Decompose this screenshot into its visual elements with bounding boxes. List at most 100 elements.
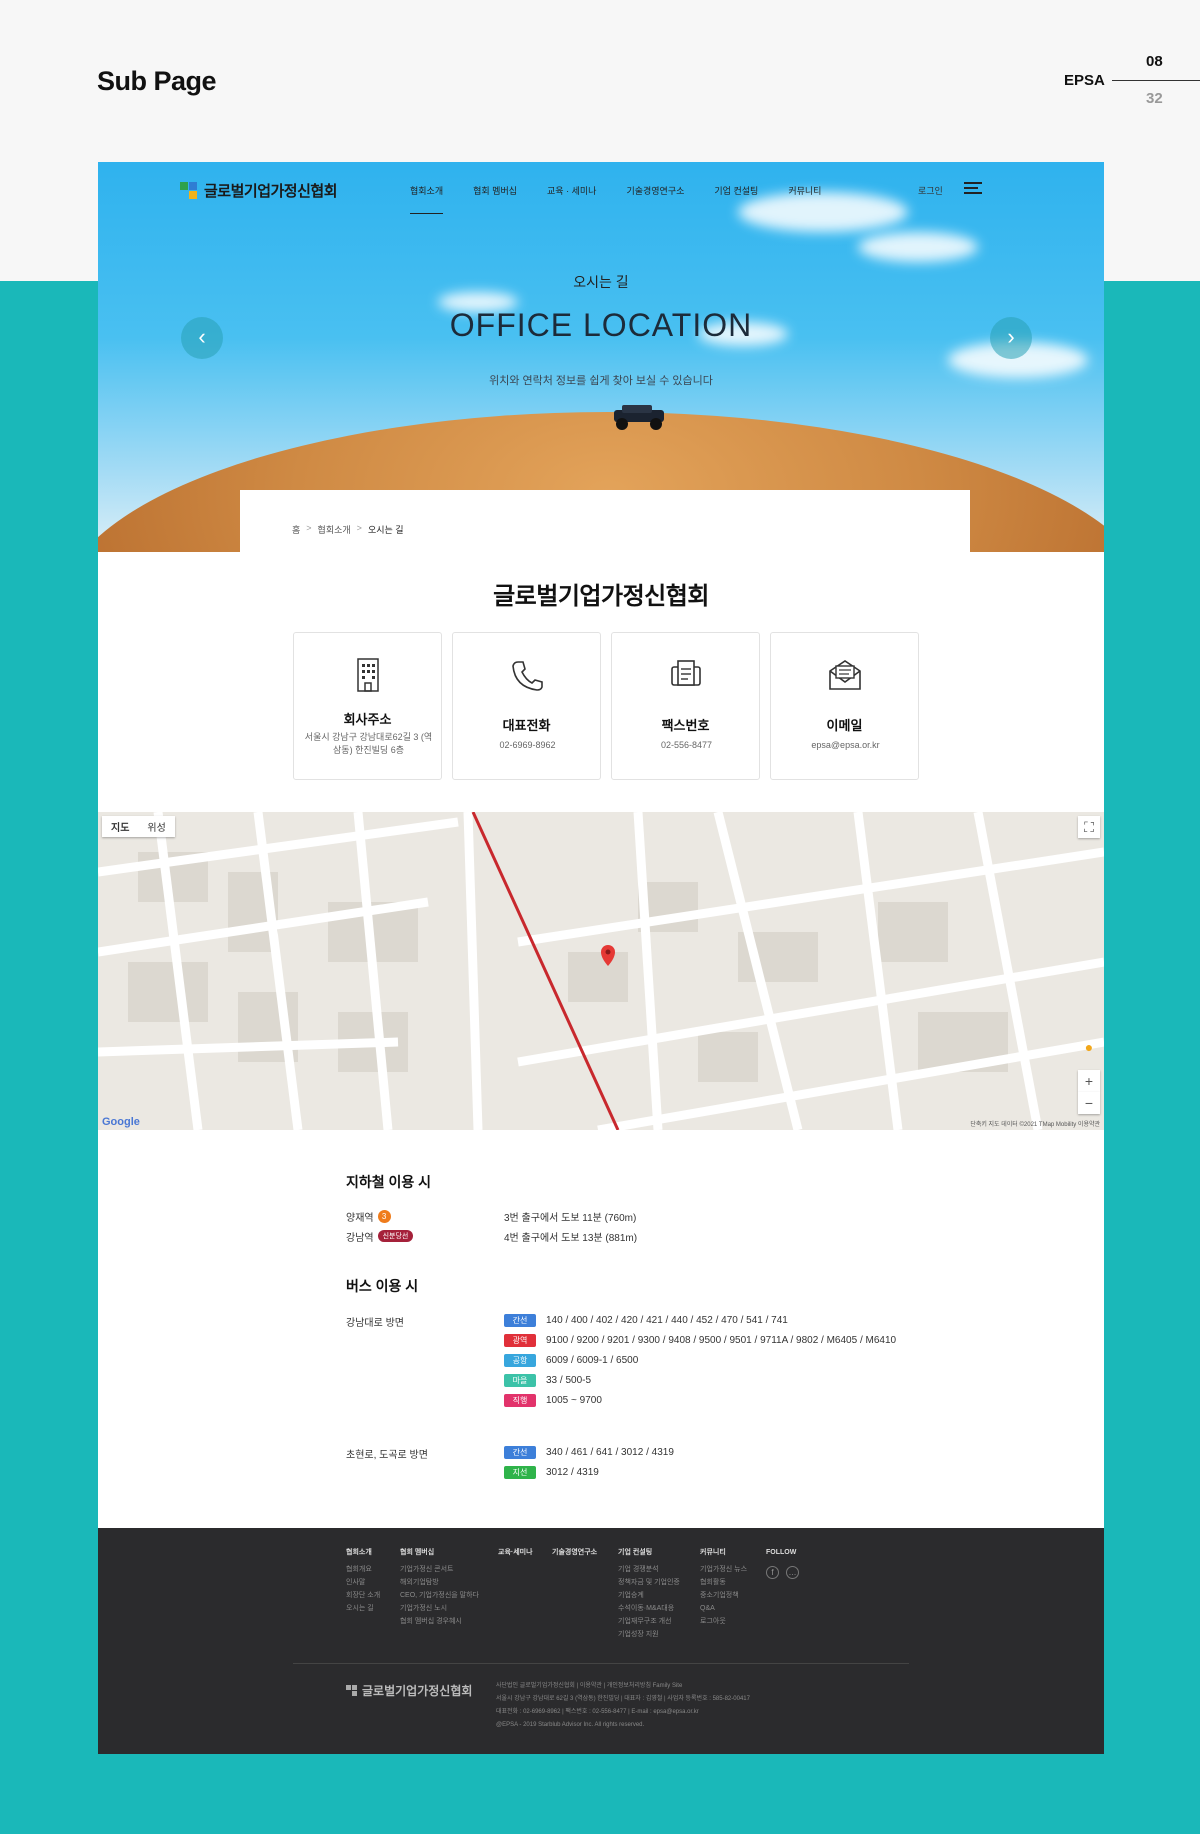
tab-map[interactable]: 지도 (102, 816, 138, 837)
directions-content: 지하철 이용 시 양재역 3 3번 출구에서 도보 11분 (760m) 강남역… (346, 1172, 946, 1482)
pegman-icon[interactable]: ● (1078, 1036, 1100, 1058)
footer-col-title[interactable]: 협회소개 (346, 1546, 380, 1559)
bus-type-badge: 지선 (504, 1465, 536, 1479)
station-name: 양재역 (346, 1212, 374, 1224)
nav-item-education[interactable]: 교육 · 세미나 (547, 184, 596, 197)
footer-link[interactable]: 기업승계 (618, 1589, 680, 1602)
breadcrumb-home[interactable]: 홈 (292, 523, 300, 536)
map-view[interactable]: 지도 위성 ⛶ ● + − Google 단축키 지도 데이터 ©2021 TM… (98, 812, 1104, 1130)
footer-col-title[interactable]: 교육·세미나 (498, 1546, 533, 1559)
footer-logo[interactable]: 글로벌기업가정신협회 (346, 1682, 472, 1699)
footer-col-title[interactable]: 기업 컨설팅 (618, 1546, 680, 1559)
footer-link[interactable]: 기업성장 지원 (618, 1628, 680, 1641)
nav-item-consulting[interactable]: 기업 컨설팅 (714, 184, 758, 197)
bus-route-list: 9100 / 9200 / 9201 / 9300 / 9408 / 9500 … (546, 1334, 897, 1346)
line-3-badge: 3 (377, 1209, 391, 1223)
map-streets (98, 812, 1104, 1130)
bus-type-badge: 마을 (504, 1373, 536, 1387)
phone-card: 대표전화 02-6969-8962 (452, 632, 601, 780)
mail-icon (829, 660, 861, 690)
nav-item-community[interactable]: 커뮤니티 (788, 184, 821, 197)
main-nav: 협회소개 협회 멤버십 교육 · 세미나 기술경영연구소 기업 컨설팅 커뮤니티 (410, 184, 851, 214)
footer-link[interactable]: 기업가정신 콘서트 (400, 1563, 479, 1576)
nav-item-research[interactable]: 기술경영연구소 (626, 184, 684, 197)
footer-link[interactable]: 협회활동 (700, 1576, 747, 1589)
footer-info-line: 사단법인 글로벌기업가정신협회 | 이용약관 | 개인정보처리방침 Family… (496, 1683, 683, 1689)
logo-mark-icon (346, 1684, 358, 1697)
footer-link[interactable]: 로그아웃 (700, 1615, 747, 1628)
footer-divider (293, 1663, 909, 1664)
footer-col-title[interactable]: 협회 멤버십 (400, 1546, 479, 1559)
bus-type-badge: 간선 (504, 1313, 536, 1327)
site-frame: 글로벌기업가정신협회 협회소개 협회 멤버십 교육 · 세미나 기술경영연구소 … (98, 162, 1104, 1754)
nav-item-about[interactable]: 협회소개 (410, 184, 444, 214)
bus-type-badge: 직행 (504, 1393, 536, 1407)
footer-link[interactable]: Q&A (700, 1602, 747, 1615)
bus-group: 초현로, 도곡로 방면 간선 340 / 461 / 641 / 3012 / 4… (346, 1442, 946, 1482)
footer-link[interactable]: 회장단 소개 (346, 1589, 380, 1602)
bus-place: 강남대로 방면 (346, 1318, 404, 1329)
email-value: epsa@epsa.or.kr (811, 740, 880, 750)
footer-info-line: 대표전화 : 02-6969-8962 | 팩스번호 : 02-556-8477… (496, 1709, 699, 1715)
hero-subtitle: 오시는 길 (573, 274, 629, 290)
bus-group: 강남대로 방면 간선 140 / 400 / 402 / 420 / 421 / … (346, 1310, 946, 1410)
bus-place: 초현로, 도곡로 방면 (346, 1450, 428, 1461)
footer-link[interactable]: 기업가정신 뉴스 (700, 1563, 747, 1576)
page-counter: EPSA 08 32 (1064, 50, 1200, 110)
chevron-right-icon: › (1007, 324, 1015, 349)
map-copyright: 단축키 지도 데이터 ©2021 TMap Mobility 이용약관 (970, 1122, 1100, 1128)
footer-link[interactable]: 기업가정신 노시 (400, 1602, 479, 1615)
footer-col-title[interactable]: 기술경영연구소 (552, 1546, 597, 1559)
cloud (738, 192, 908, 232)
fax-icon (671, 660, 701, 686)
footer-col-follow: FOLLOW (766, 1546, 796, 1563)
footer-link[interactable]: 중소기업정책 (700, 1589, 747, 1602)
subway-title: 지하철 이용 시 (346, 1174, 432, 1190)
brand-label: EPSA (1064, 72, 1105, 89)
footer-link[interactable]: 기업재무구조 개선 (618, 1615, 680, 1628)
map-type-tabs: 지도 위성 (102, 816, 175, 837)
google-logo: Google (102, 1116, 140, 1128)
hero-banner: 글로벌기업가정신협회 협회소개 협회 멤버십 교육 · 세미나 기술경영연구소 … (98, 162, 1104, 552)
prev-slide-button[interactable]: ‹ (181, 317, 223, 359)
chevron-left-icon: ‹ (198, 324, 206, 349)
footer-link[interactable]: 해외기업탐방 (400, 1576, 479, 1589)
bus-route-list: 340 / 461 / 641 / 3012 / 4319 (546, 1446, 674, 1458)
menu-icon[interactable] (964, 182, 982, 195)
footer-link[interactable]: 정책자금 및 기업인증 (618, 1576, 680, 1589)
cloud (858, 232, 978, 262)
bus-type-badge: 간선 (504, 1445, 536, 1459)
nav-item-membership[interactable]: 협회 멤버십 (473, 184, 517, 197)
footer-link[interactable]: 협회개요 (346, 1563, 380, 1576)
facebook-icon[interactable]: f (766, 1566, 779, 1579)
login-link[interactable]: 로그인 (918, 184, 943, 197)
footer-link[interactable]: CEO, 기업가정신을 말하다 (400, 1589, 479, 1602)
footer-link[interactable]: 수석이동·M&A대응 (618, 1602, 680, 1615)
address-label: 회사주소 (343, 712, 392, 727)
footer-link[interactable]: 인사말 (346, 1576, 380, 1589)
talk-icon[interactable]: … (786, 1566, 799, 1579)
address-value: 서울시 강남구 강남대로62길 3 (역삼동) 한진빌딩 6층 (304, 732, 433, 755)
bus-title: 버스 이용 시 (346, 1278, 419, 1294)
footer-link[interactable]: 협회 멤버십 경우혜시 (400, 1615, 479, 1628)
email-card: 이메일 epsa@epsa.or.kr (770, 632, 919, 780)
zoom-out-button[interactable]: − (1078, 1092, 1100, 1114)
fullscreen-icon[interactable]: ⛶ (1078, 816, 1100, 838)
footer-info: 사단법인 글로벌기업가정신협회 | 이용약관 | 개인정보처리방침 Family… (496, 1680, 750, 1732)
breadcrumb-separator-icon: > (356, 523, 362, 533)
phone-value: 02-6969-8962 (499, 740, 556, 750)
breadcrumb-about[interactable]: 협회소개 (318, 523, 351, 536)
site-logo[interactable]: 글로벌기업가정신협회 (180, 180, 338, 201)
footer-link[interactable]: 오시는 길 (346, 1602, 380, 1615)
subway-row: 양재역 3 3번 출구에서 도보 11분 (760m) (346, 1206, 946, 1226)
breadcrumb-box: 홈 > 협회소개 > 오시는 길 (240, 490, 970, 552)
footer-link[interactable]: 기업 경쟁분석 (618, 1563, 680, 1576)
footer-col-consulting: 기업 컨설팅 기업 경쟁분석 정책자금 및 기업인증 기업승계 수석이동·M&A… (618, 1546, 680, 1641)
footer-col-title[interactable]: 커뮤니티 (700, 1546, 747, 1559)
tab-satellite[interactable]: 위성 (138, 816, 174, 837)
sinbundang-badge: 신분당선 (377, 1230, 414, 1242)
hero-title: OFFICE LOCATION (449, 307, 753, 343)
next-slide-button[interactable]: › (990, 317, 1032, 359)
bus-routes: 간선 140 / 400 / 402 / 420 / 421 / 440 / 45… (504, 1310, 896, 1410)
zoom-in-button[interactable]: + (1078, 1070, 1100, 1092)
